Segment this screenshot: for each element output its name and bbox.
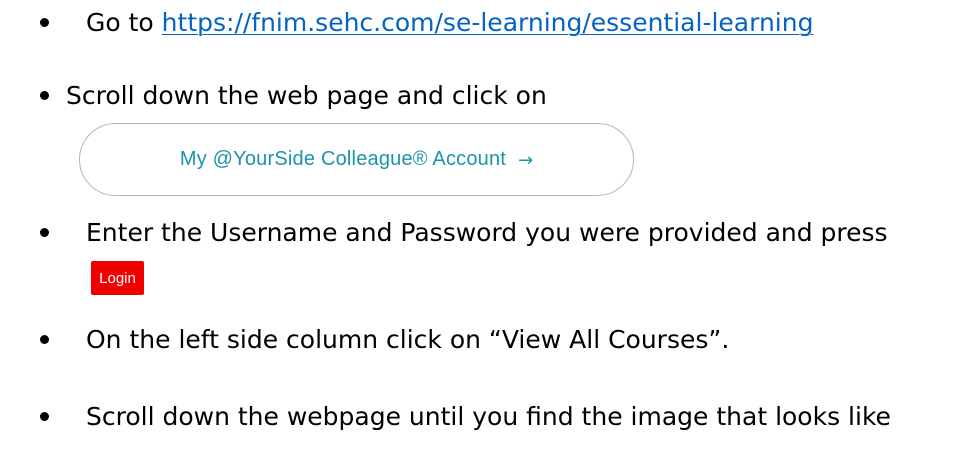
bullet-icon — [40, 228, 49, 237]
arrow-right-icon: → — [518, 150, 534, 171]
step-4-text: On the left side column click on “View A… — [86, 325, 730, 354]
step-3: Enter the Username and Password you were… — [0, 216, 969, 252]
login-button[interactable]: Login — [91, 261, 144, 295]
step-5: Scroll down the webpage until you find t… — [0, 400, 969, 436]
step-1-prefix: Go to — [86, 8, 162, 37]
step-4: On the left side column click on “View A… — [0, 323, 969, 359]
bullet-icon — [40, 412, 49, 421]
step-2-text: Scroll down the web page and click on — [66, 81, 547, 110]
step-1-text: Go to https://fnim.sehc.com/se-learning/… — [86, 6, 813, 40]
account-button-label: My @YourSide Colleague® Account — [179, 148, 507, 170]
step-1: Go to https://fnim.sehc.com/se-learning/… — [0, 6, 969, 42]
step-5-text: Scroll down the webpage until you find t… — [86, 402, 891, 431]
step-2: Scroll down the web page and click on — [0, 79, 969, 115]
step-3-text: Enter the Username and Password you were… — [86, 218, 888, 247]
bullet-icon — [40, 18, 49, 27]
essential-learning-link[interactable]: https://fnim.sehc.com/se-learning/essent… — [162, 8, 814, 37]
my-yourside-colleague-account-button[interactable]: My @YourSide Colleague® Account → — [79, 123, 634, 196]
bullet-icon — [40, 335, 49, 344]
bullet-icon — [40, 91, 49, 100]
